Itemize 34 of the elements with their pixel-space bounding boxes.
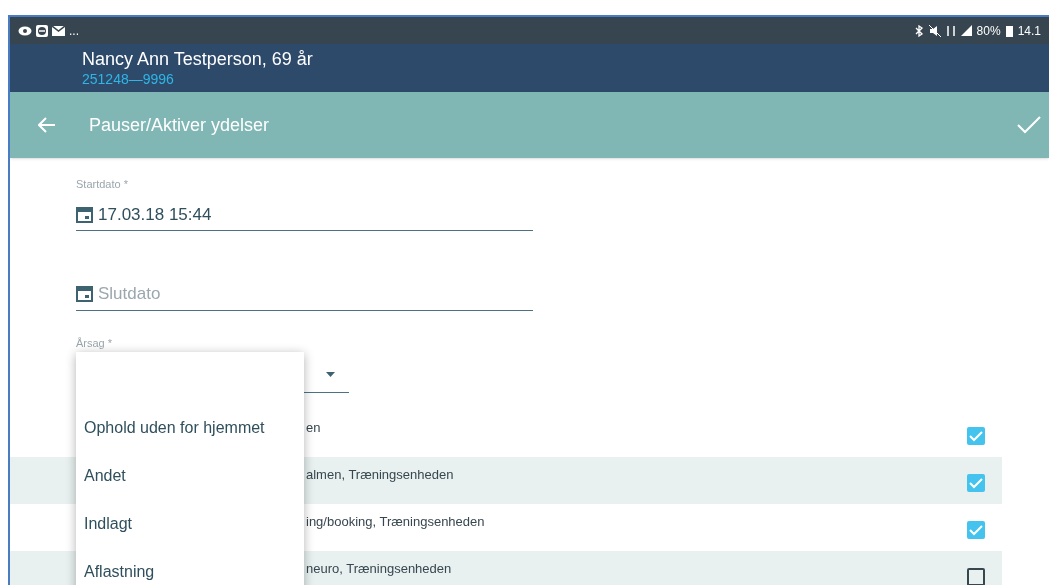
start-date-field[interactable]: 17.03.18 15:44 <box>76 201 533 231</box>
calendar-icon <box>76 205 93 223</box>
check-icon <box>1017 116 1041 134</box>
screen-title: Pauser/Aktiver ydelser <box>89 113 270 137</box>
menu-item[interactable]: Andet <box>76 452 304 500</box>
menu-item[interactable]: Ophold uden for hjemmet <box>76 404 304 452</box>
mute-icon <box>928 24 941 37</box>
dropdown-caret-icon <box>326 372 335 377</box>
service-text: en <box>306 419 321 437</box>
patient-id: 251248—9996 <box>82 70 175 88</box>
checkbox[interactable] <box>967 568 985 585</box>
confirm-button[interactable] <box>1017 116 1041 134</box>
notification-overflow: ... <box>69 24 79 37</box>
service-text: almen, Træningsenheden <box>306 466 454 484</box>
service-text: ing/booking, Træningsenheden <box>306 513 485 531</box>
battery-percent: 80% <box>976 22 1001 40</box>
checkbox[interactable] <box>967 521 985 539</box>
battery-icon <box>1005 24 1013 37</box>
menu-item[interactable]: Aflastning <box>76 548 304 585</box>
menu-item[interactable]: Indlagt <box>76 500 304 548</box>
patient-name: Nancy Ann Testperson, 69 år <box>82 48 314 70</box>
back-arrow-icon <box>38 117 56 133</box>
field-label: Startdato * <box>76 177 129 192</box>
checkbox[interactable] <box>967 474 985 492</box>
signal-icon <box>960 25 972 36</box>
clock: 14.1 <box>1017 22 1041 40</box>
checkbox[interactable] <box>967 427 985 445</box>
bluetooth-icon <box>914 24 924 37</box>
eye-icon <box>18 25 32 36</box>
calendar-icon <box>76 285 93 303</box>
field-label: Årsag * <box>76 335 114 351</box>
service-text: neuro, Træningsenheden <box>306 560 452 578</box>
mail-icon <box>52 25 65 36</box>
back-button[interactable] <box>38 117 56 133</box>
